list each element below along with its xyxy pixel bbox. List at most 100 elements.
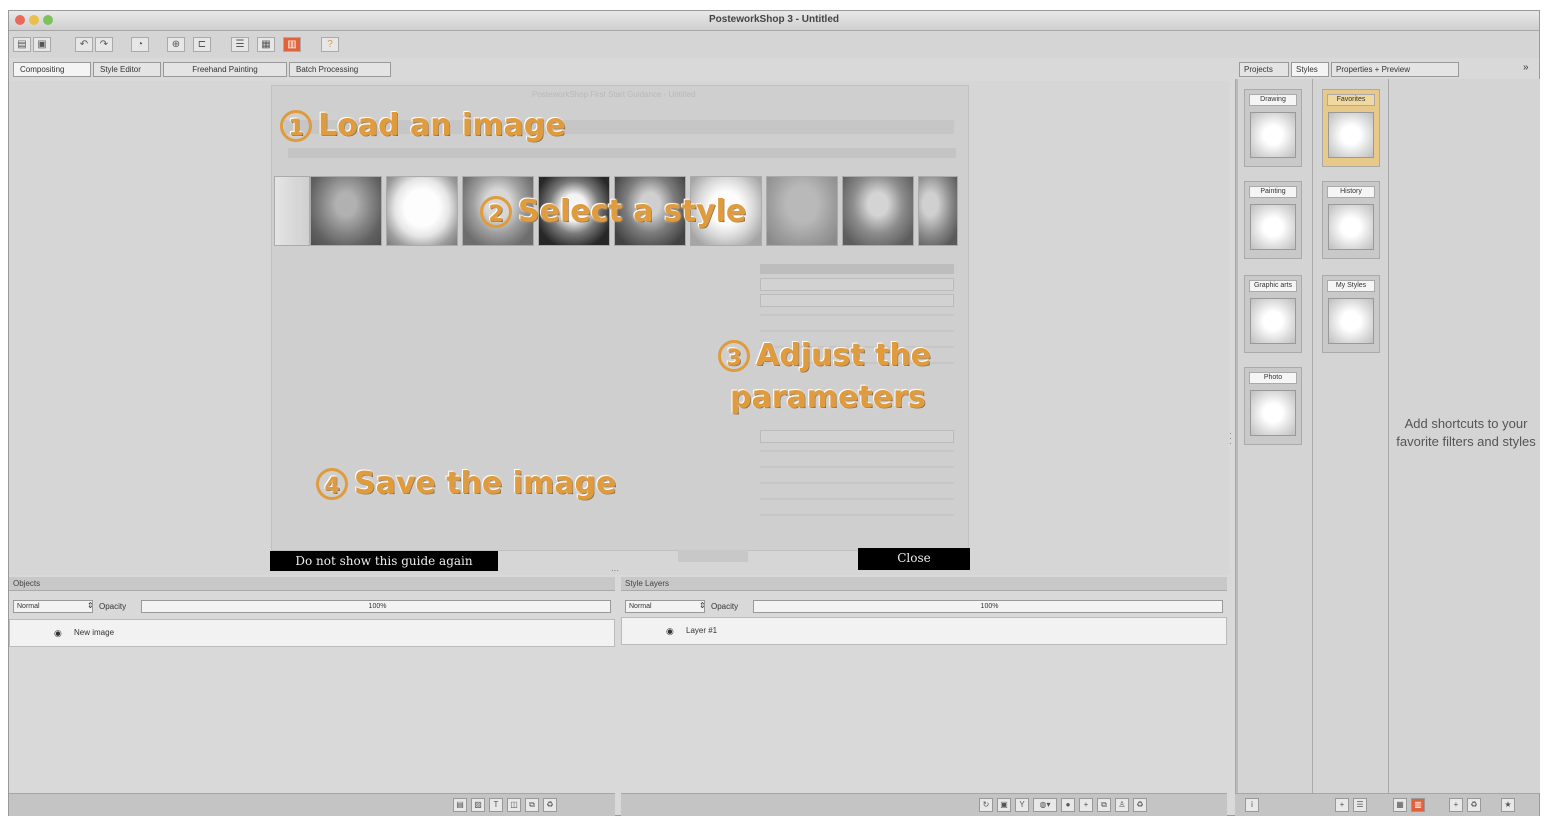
style-category-graphic-arts[interactable]: Graphic arts: [1244, 275, 1302, 353]
more-tabs-icon[interactable]: »: [1523, 62, 1529, 73]
objects-item-label: New image: [74, 628, 115, 637]
save-icon[interactable]: ▣: [33, 37, 51, 52]
eye-icon[interactable]: ◉: [54, 620, 62, 646]
fit-icon[interactable]: ⊕: [167, 37, 185, 52]
folder-icon[interactable]: ▤: [453, 798, 467, 812]
window-title: PosteworkShop 3 - Untitled: [708, 14, 839, 25]
style-layer-item-label: Layer #1: [686, 626, 718, 635]
style-category-drawing[interactable]: Drawing: [1244, 89, 1302, 167]
open-icon[interactable]: ▤: [13, 37, 31, 52]
objects-opacity-label: Opacity: [99, 602, 127, 611]
close-guide-button[interactable]: Close: [858, 548, 970, 570]
trash-icon[interactable]: ♻: [543, 798, 557, 812]
layers-opacity-label: Opacity: [711, 602, 739, 611]
style-category-thumb: [1250, 204, 1296, 250]
mask-icon[interactable]: ◍▾: [1033, 798, 1057, 812]
chevron-down-icon: ⇕: [699, 601, 706, 610]
style-category-thumb: [1250, 298, 1296, 344]
objects-bottom-toolbar: ▤ ▨ T ◫ ⧉ ♻: [9, 793, 615, 816]
image-icon[interactable]: ▨: [471, 798, 485, 812]
style-category-label: Drawing: [1249, 94, 1297, 106]
style-category-label: History: [1327, 186, 1375, 198]
tab-style-editor[interactable]: Style Editor: [93, 62, 161, 77]
ghost-pager: [678, 550, 748, 562]
layout-list-icon[interactable]: ☰: [231, 37, 249, 52]
layout-color-icon[interactable]: ▥: [283, 37, 301, 52]
step-4-text: Save the image: [354, 466, 617, 501]
style-category-history[interactable]: History: [1322, 181, 1380, 259]
color-view-icon[interactable]: ▥: [1411, 798, 1425, 812]
star-icon[interactable]: ★: [1501, 798, 1515, 812]
person-icon[interactable]: ♙: [1115, 798, 1129, 812]
list-view-icon[interactable]: ☰: [1353, 798, 1367, 812]
styles-bottom-toolbar: i + ☰ ▦ ▥ + ♻ ★: [1235, 793, 1539, 816]
style-category-thumb: [1328, 112, 1374, 158]
step-1-text: Load an image: [318, 108, 566, 143]
style-thumb-2[interactable]: [386, 176, 458, 246]
crop-icon[interactable]: ⊏: [193, 37, 211, 52]
step-2-number: 2: [480, 196, 512, 228]
style-category-painting[interactable]: Painting: [1244, 181, 1302, 259]
delete-style-icon[interactable]: ♻: [1467, 798, 1481, 812]
step-4-number: 4: [316, 468, 348, 500]
delete-layer-icon[interactable]: ♻: [1133, 798, 1147, 812]
style-category-thumb: [1328, 204, 1374, 250]
objects-panel-header: Objects: [9, 577, 615, 591]
info-icon[interactable]: i: [1245, 798, 1259, 812]
objects-opacity-slider[interactable]: 100%: [141, 600, 611, 613]
vertical-splitter-grip[interactable]: · · ·: [1229, 430, 1233, 448]
duplicate-icon[interactable]: ⧉: [525, 798, 539, 812]
step-1-number: 1: [280, 110, 312, 142]
grid-view-icon[interactable]: ▦: [1393, 798, 1407, 812]
style-category-thumb: [1250, 390, 1296, 436]
dont-show-guide-button[interactable]: Do not show this guide again: [270, 551, 498, 571]
refresh-icon[interactable]: ↻: [979, 798, 993, 812]
step-2-text: Select a style: [518, 194, 747, 229]
styles-panel: Drawing Painting Graphic arts Photo Favo…: [1235, 79, 1540, 793]
tab-projects[interactable]: Projects: [1239, 62, 1289, 77]
style-thumb-8[interactable]: [842, 176, 914, 246]
plus-icon[interactable]: +: [1079, 798, 1093, 812]
zoom-icon[interactable]: ◔: [131, 37, 149, 52]
text-icon[interactable]: T: [489, 798, 503, 812]
tab-properties-preview[interactable]: Properties + Preview: [1331, 62, 1459, 77]
circle-icon[interactable]: ●: [1061, 798, 1075, 812]
tab-batch-processing[interactable]: Batch Processing: [289, 62, 391, 77]
style-thumb-partial[interactable]: [274, 176, 310, 246]
save-layer-icon[interactable]: ▣: [997, 798, 1011, 812]
first-start-guide-dialog: PosteworkShop First Start Guidance - Unt…: [271, 85, 969, 562]
objects-list-item[interactable]: ◉ New image: [9, 619, 615, 647]
tab-freehand-painting[interactable]: Freehand Painting: [163, 62, 287, 77]
eye-icon[interactable]: ◉: [666, 618, 674, 644]
style-category-favorites[interactable]: Favorites: [1322, 89, 1380, 167]
main-tab-bar: Compositing Style Editor Freehand Painti…: [13, 62, 413, 78]
layers-blend-mode-select[interactable]: Normal: [625, 600, 705, 613]
new-folder-icon[interactable]: +: [1449, 798, 1463, 812]
style-category-thumb: [1250, 112, 1296, 158]
tab-compositing[interactable]: Compositing: [13, 62, 91, 77]
style-category-thumb: [1328, 298, 1374, 344]
undo-icon[interactable]: ↶: [75, 37, 93, 52]
step-3-number: 3: [718, 340, 750, 372]
style-thumb-1[interactable]: [310, 176, 382, 246]
chevron-down-icon: ⇕: [87, 601, 94, 610]
ghost-style-names-row: [288, 148, 956, 158]
style-thumb-9-partial[interactable]: [918, 176, 958, 246]
splitter-grip[interactable]: ···: [611, 567, 625, 575]
style-thumb-7[interactable]: [766, 176, 838, 246]
layout-grid-icon[interactable]: ▦: [257, 37, 275, 52]
redo-icon[interactable]: ↷: [95, 37, 113, 52]
help-icon[interactable]: ?: [321, 37, 339, 52]
branch-icon[interactable]: Y: [1015, 798, 1029, 812]
style-layer-list-item[interactable]: ◉ Layer #1: [621, 617, 1227, 645]
style-category-my-styles[interactable]: My Styles: [1322, 275, 1380, 353]
add-style-icon[interactable]: +: [1335, 798, 1349, 812]
step-1-annotation: 1 Load an image: [280, 108, 566, 143]
style-category-label: Graphic arts: [1249, 280, 1297, 292]
duplicate-layer-icon[interactable]: ⧉: [1097, 798, 1111, 812]
shape-icon[interactable]: ◫: [507, 798, 521, 812]
tab-styles[interactable]: Styles: [1291, 62, 1329, 77]
layers-opacity-slider[interactable]: 100%: [753, 600, 1223, 613]
style-category-photo[interactable]: Photo: [1244, 367, 1302, 445]
objects-blend-mode-select[interactable]: Normal: [13, 600, 93, 613]
